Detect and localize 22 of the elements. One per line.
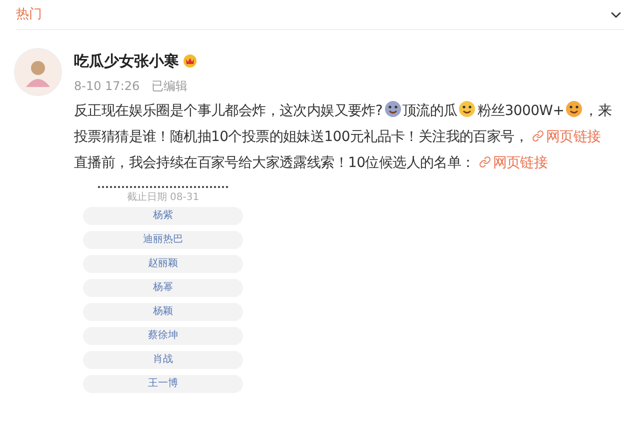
emoji-face-icon xyxy=(565,100,584,118)
link-icon xyxy=(478,156,491,168)
badge-icon xyxy=(183,54,197,68)
section-title: 热门 xyxy=(16,6,42,24)
poll-option[interactable]: 杨幂 xyxy=(83,278,243,296)
post-time: 8-10 17:26 xyxy=(74,78,140,94)
author-name[interactable]: 吃瓜少女张小寒 xyxy=(74,50,179,72)
poll-option[interactable]: 杨颖 xyxy=(83,302,243,320)
poll-option[interactable]: 王一博 xyxy=(83,374,243,392)
link-icon xyxy=(532,130,544,142)
poll-option[interactable]: 肖战 xyxy=(83,350,243,368)
emoji-face-icon xyxy=(458,100,476,118)
poll-deadline: 截止日期 08-31 xyxy=(126,192,200,204)
web-link[interactable]: 网页链接 xyxy=(478,154,548,170)
edited-label: 已编辑 xyxy=(152,78,188,94)
post-text: 反正现在娱乐圈是个事儿都会炸，这次内娱又要炸? 顶流的瓜 粉丝3000W+ ，来投票猜猜是谁！随机抽10个投票的姐妹送100元礼品卡！关注我的百家号， 网页链接 直播前，我会持续在百家号给大家透露线索！10位候选人的名单： 网页链接 xyxy=(74,98,614,176)
poll-option[interactable]: 赵丽颖 xyxy=(83,254,243,272)
poll-option[interactable]: 杨紫 xyxy=(83,206,243,224)
emoji-face-icon xyxy=(384,100,402,118)
web-link[interactable]: 网页链接 xyxy=(532,128,601,144)
poll-option[interactable]: 蔡徐坤 xyxy=(83,326,243,344)
poll-option[interactable]: 迪丽热巴 xyxy=(83,230,243,248)
